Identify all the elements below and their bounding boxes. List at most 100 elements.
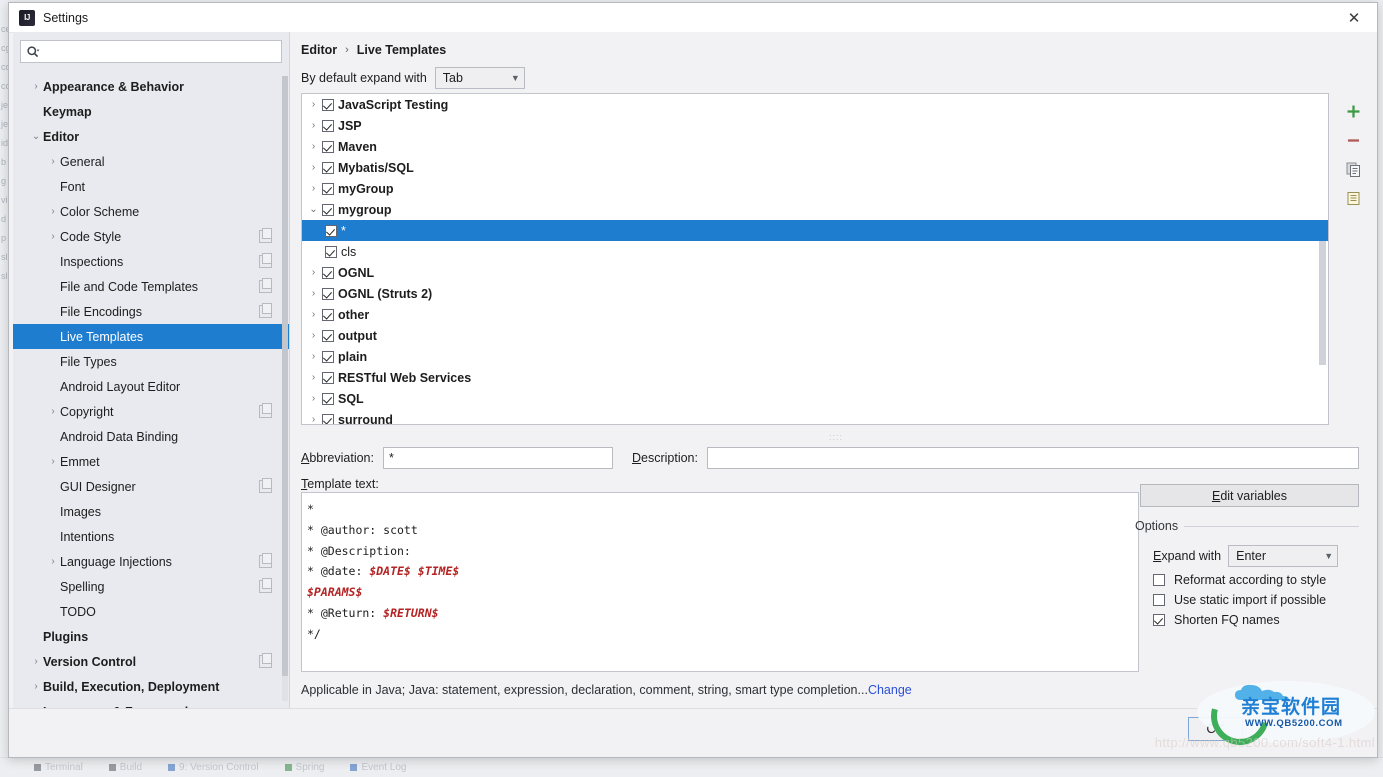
- template-enabled-checkbox[interactable]: [322, 266, 334, 279]
- sidebar-item-inspections[interactable]: Inspections: [13, 249, 289, 274]
- template-enabled-checkbox[interactable]: [322, 119, 334, 132]
- sidebar-item-color-scheme[interactable]: › Color Scheme: [13, 199, 289, 224]
- sidebar-item-android-data-binding[interactable]: Android Data Binding: [13, 424, 289, 449]
- copy-settings-icon[interactable]: [259, 653, 272, 668]
- close-icon[interactable]: ✕: [1331, 3, 1377, 32]
- sidebar-item-version-control[interactable]: › Version Control: [13, 649, 289, 674]
- sidebar-item-file-encodings[interactable]: File Encodings: [13, 299, 289, 324]
- template-enabled-checkbox[interactable]: [322, 98, 334, 111]
- sidebar-scrollbar[interactable]: [282, 76, 288, 701]
- template-tree-row[interactable]: › OGNL: [302, 262, 1328, 283]
- chevron-right-icon[interactable]: ›: [29, 81, 43, 92]
- template-tree-row[interactable]: ⌄ mygroup: [302, 199, 1328, 220]
- chevron-right-icon[interactable]: ›: [305, 162, 322, 173]
- sidebar-item-file-and-code-templates[interactable]: File and Code Templates: [13, 274, 289, 299]
- template-tree-row[interactable]: › JSP: [302, 115, 1328, 136]
- template-text-editor[interactable]: * * @author: scott * @Description: * @date:…: [301, 492, 1139, 672]
- sidebar-item-intentions[interactable]: Intentions: [13, 524, 289, 549]
- copy-settings-icon[interactable]: [259, 553, 272, 568]
- chevron-right-icon[interactable]: ›: [305, 99, 322, 110]
- template-enabled-checkbox[interactable]: [322, 350, 334, 363]
- chevron-right-icon[interactable]: ›: [305, 267, 322, 278]
- template-tree-row[interactable]: *: [302, 220, 1328, 241]
- sidebar-item-spelling[interactable]: Spelling: [13, 574, 289, 599]
- copy-settings-icon[interactable]: [259, 403, 272, 418]
- chevron-right-icon[interactable]: ›: [46, 556, 60, 567]
- chevron-right-icon[interactable]: ›: [305, 372, 322, 383]
- template-enabled-checkbox[interactable]: [322, 182, 334, 195]
- chevron-right-icon[interactable]: ›: [305, 288, 322, 299]
- template-tree-row[interactable]: › other: [302, 304, 1328, 325]
- option-checkbox-row[interactable]: Reformat according to style: [1153, 573, 1359, 587]
- sidebar-item-copyright[interactable]: › Copyright: [13, 399, 289, 424]
- chevron-right-icon[interactable]: ›: [305, 183, 322, 194]
- sidebar-item-general[interactable]: › General: [13, 149, 289, 174]
- chevron-right-icon[interactable]: ›: [305, 351, 322, 362]
- sidebar-item-editor[interactable]: ⌄ Editor: [13, 124, 289, 149]
- chevron-right-icon[interactable]: ›: [46, 206, 60, 217]
- chevron-right-icon[interactable]: ›: [46, 456, 60, 467]
- sidebar-item-android-layout-editor[interactable]: Android Layout Editor: [13, 374, 289, 399]
- chevron-down-icon[interactable]: ⌄: [305, 204, 322, 215]
- sidebar-item-language-injections[interactable]: › Language Injections: [13, 549, 289, 574]
- option-checkbox[interactable]: [1153, 574, 1165, 586]
- copy-template-button[interactable]: [1338, 155, 1368, 183]
- sidebar-item-code-style[interactable]: › Code Style: [13, 224, 289, 249]
- chevron-down-icon[interactable]: ⌄: [29, 131, 43, 142]
- chevron-right-icon[interactable]: ›: [305, 120, 322, 131]
- template-tree-row[interactable]: › SQL: [302, 388, 1328, 409]
- default-expand-select[interactable]: Tab ▼: [434, 67, 525, 89]
- sidebar-item-emmet[interactable]: › Emmet: [13, 449, 289, 474]
- template-enabled-checkbox[interactable]: [322, 329, 334, 342]
- remove-template-button[interactable]: [1338, 126, 1368, 154]
- template-tree-row[interactable]: › OGNL (Struts 2): [302, 283, 1328, 304]
- sidebar-item-appearance-behavior[interactable]: › Appearance & Behavior: [13, 74, 289, 99]
- abbreviation-input[interactable]: *: [382, 447, 613, 469]
- chevron-right-icon[interactable]: ›: [29, 681, 43, 692]
- chevron-right-icon[interactable]: ›: [46, 156, 60, 167]
- live-templates-tree[interactable]: › JavaScript Testing › JSP › Maven › Mybatis/SQ…: [301, 93, 1329, 425]
- expand-with-select[interactable]: Enter ▼: [1228, 545, 1339, 567]
- sidebar-item-font[interactable]: Font: [13, 174, 289, 199]
- copy-settings-icon[interactable]: [259, 578, 272, 593]
- change-context-link[interactable]: Change: [868, 683, 912, 697]
- option-checkbox-row[interactable]: Use static import if possible: [1153, 593, 1359, 607]
- template-tree-row[interactable]: › Maven: [302, 136, 1328, 157]
- template-enabled-checkbox[interactable]: [322, 413, 334, 424]
- option-checkbox[interactable]: [1153, 614, 1165, 626]
- template-enabled-checkbox[interactable]: [325, 224, 337, 237]
- chevron-right-icon[interactable]: ›: [46, 231, 60, 242]
- template-tree-row[interactable]: › plain: [302, 346, 1328, 367]
- chevron-right-icon[interactable]: ›: [46, 406, 60, 417]
- breadcrumb-parent[interactable]: Editor: [301, 43, 337, 57]
- sidebar-item-plugins[interactable]: Plugins: [13, 624, 289, 649]
- chevron-right-icon[interactable]: ›: [305, 309, 322, 320]
- template-tree-row[interactable]: › Mybatis/SQL: [302, 157, 1328, 178]
- copy-settings-icon[interactable]: [259, 228, 272, 243]
- copy-settings-icon[interactable]: [259, 278, 272, 293]
- template-enabled-checkbox[interactable]: [322, 371, 334, 384]
- template-enabled-checkbox[interactable]: [322, 203, 334, 216]
- sidebar-item-todo[interactable]: TODO: [13, 599, 289, 624]
- chevron-right-icon[interactable]: ›: [305, 414, 322, 424]
- template-enabled-checkbox[interactable]: [322, 392, 334, 405]
- template-tree-row[interactable]: › myGroup: [302, 178, 1328, 199]
- option-checkbox-row[interactable]: Shorten FQ names: [1153, 613, 1359, 627]
- add-template-button[interactable]: [1338, 97, 1368, 125]
- chevron-right-icon[interactable]: ›: [305, 393, 322, 404]
- edit-variables-button[interactable]: Edit variables: [1140, 484, 1359, 507]
- sidebar-item-file-types[interactable]: File Types: [13, 349, 289, 374]
- option-checkbox[interactable]: [1153, 594, 1165, 606]
- sidebar-item-images[interactable]: Images: [13, 499, 289, 524]
- template-enabled-checkbox[interactable]: [322, 140, 334, 153]
- template-tree-row[interactable]: › RESTful Web Services: [302, 367, 1328, 388]
- template-tree-row[interactable]: › surround: [302, 409, 1328, 424]
- template-enabled-checkbox[interactable]: [322, 287, 334, 300]
- sidebar-item-keymap[interactable]: Keymap: [13, 99, 289, 124]
- template-enabled-checkbox[interactable]: [322, 308, 334, 321]
- sidebar-item-live-templates[interactable]: Live Templates: [13, 324, 289, 349]
- chevron-right-icon[interactable]: ›: [29, 656, 43, 667]
- chevron-right-icon[interactable]: ›: [305, 330, 322, 341]
- duplicate-template-button[interactable]: [1338, 184, 1368, 212]
- description-input[interactable]: [706, 447, 1359, 469]
